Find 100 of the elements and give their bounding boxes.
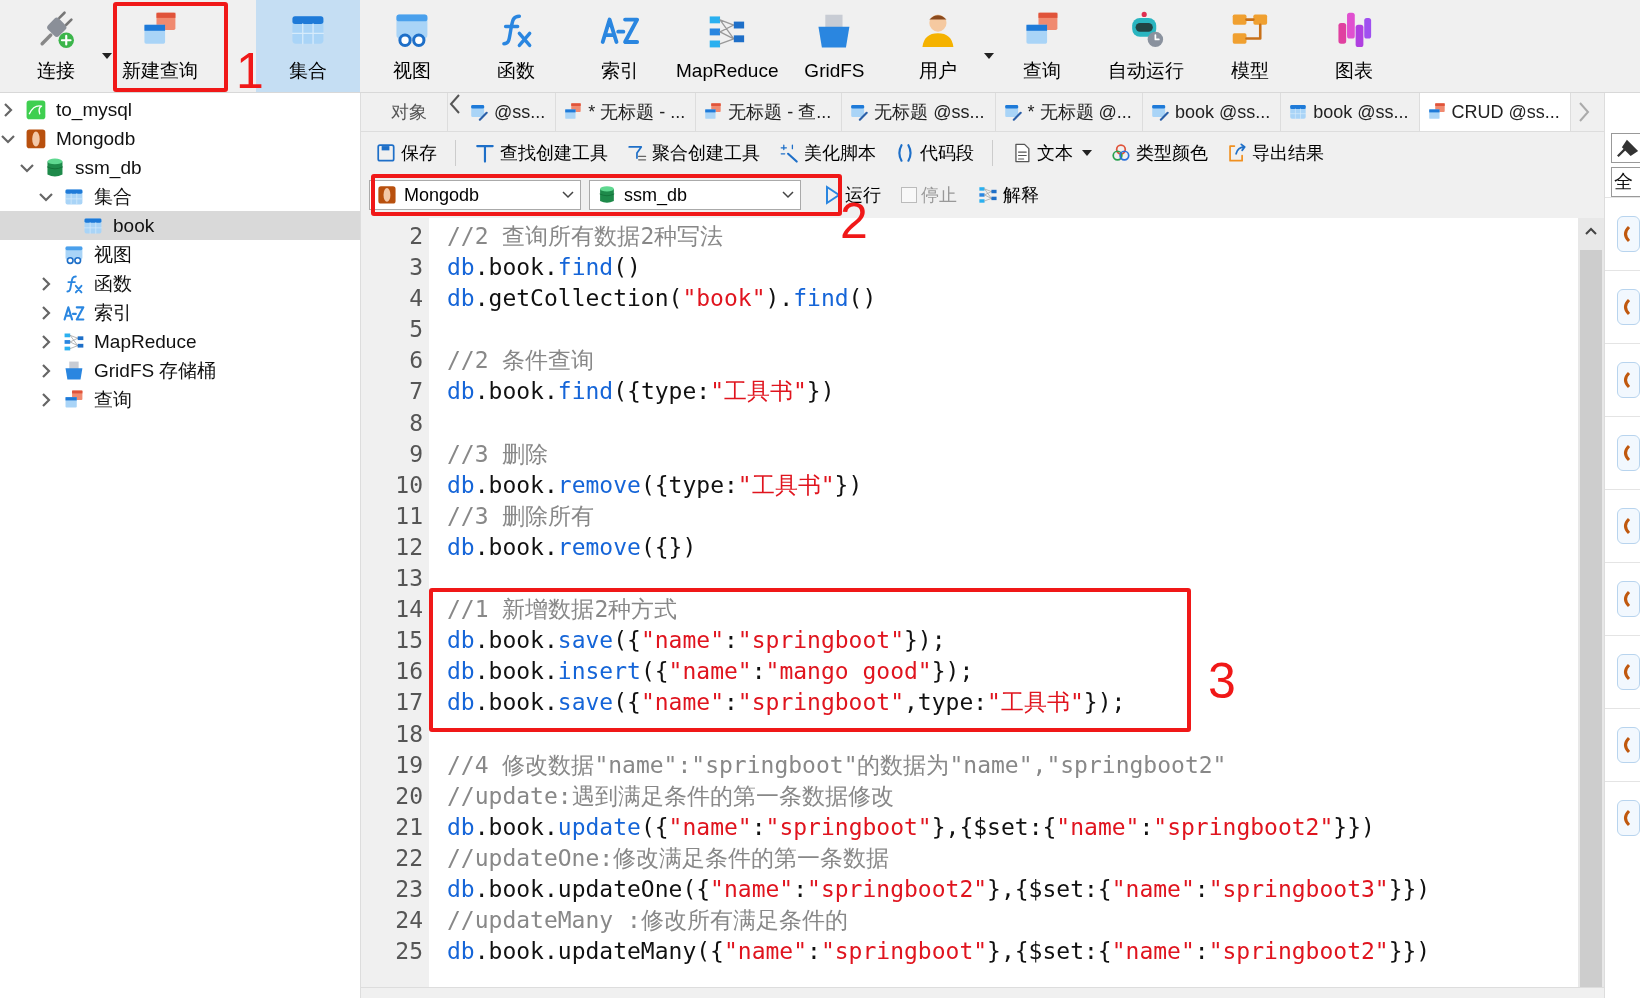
toolbar-button[interactable]: 连接 <box>4 0 108 92</box>
code-line: db.getCollection("book").find() <box>447 285 877 312</box>
code-line: db.book.find() <box>447 254 641 281</box>
toolbar-button[interactable]: 视图 <box>360 0 464 92</box>
connection-card[interactable] <box>1617 362 1640 398</box>
toolbar-button[interactable]: 函数 <box>464 0 568 92</box>
tree-item[interactable]: Mongodb <box>0 124 360 153</box>
tree-label: 索引 <box>94 300 132 325</box>
connection-card[interactable] <box>1617 581 1640 617</box>
toolbar-button[interactable]: 查找创建工具 <box>468 139 614 167</box>
circles-icon <box>1110 142 1132 164</box>
line-number: 9 <box>408 439 424 469</box>
code-line: db.book.find({type:"工具书"}) <box>447 378 835 405</box>
scrollbar-thumb[interactable] <box>1580 250 1602 987</box>
line-number: 23 <box>394 874 424 904</box>
tree-item[interactable]: ssm_db <box>0 153 360 182</box>
line-number: 7 <box>408 377 424 407</box>
toolbar-button[interactable]: 文本 <box>1005 139 1098 167</box>
tree-label: GridFS 存储桶 <box>94 358 217 383</box>
tree-label: 集合 <box>94 184 132 209</box>
toolbar-button[interactable]: 新建查询 <box>108 0 212 92</box>
toolbar-button[interactable]: GridFS <box>782 0 887 92</box>
code-line: db.book.updateMany({"name":"springboot"},{$set:{"name":"springboot2"}}) <box>447 938 1431 965</box>
connection-card[interactable] <box>1617 216 1640 252</box>
line-number: 22 <box>394 843 424 873</box>
code-line: db.book.save({"name":"springboot",type:"工具书"}); <box>447 689 1126 716</box>
plug-button[interactable] <box>1611 133 1640 163</box>
code-line: //update:遇到满足条件的第一条数据修改 <box>447 782 894 809</box>
line-number: 18 <box>394 719 424 749</box>
line-number: 16 <box>394 657 424 687</box>
toolbar-button[interactable]: 类型颜色 <box>1104 139 1214 167</box>
tree-item[interactable]: book <box>0 211 360 240</box>
line-number: 2 <box>408 222 424 251</box>
tree-item[interactable]: 集合 <box>0 182 360 211</box>
connection-select[interactable]: Mongodb <box>369 180 581 210</box>
line-number: 25 <box>394 937 424 967</box>
code-line: db.book.save({"name":"springboot"}); <box>447 627 946 654</box>
tree-item[interactable]: 索引 <box>0 298 360 327</box>
tree-item[interactable]: GridFS 存储桶 <box>0 356 360 385</box>
database-select[interactable]: ssm_db <box>589 180 801 210</box>
scroll-up-icon[interactable] <box>1584 226 1598 236</box>
tree-label: 查询 <box>94 387 132 412</box>
tree-item[interactable]: to_mysql <box>0 95 360 124</box>
connection-card[interactable] <box>1617 289 1640 325</box>
connection-card[interactable] <box>1617 800 1640 836</box>
chevron-down-icon <box>782 191 794 199</box>
network-icon <box>977 184 999 206</box>
tree-label: 函数 <box>94 271 132 296</box>
toolbar-button[interactable]: 用户 <box>886 0 991 92</box>
play-icon <box>825 185 841 205</box>
connection-card[interactable] <box>1617 508 1640 544</box>
code-line: db.book.remove({type:"工具书"}) <box>447 471 863 498</box>
filter-field[interactable]: 全 <box>1611 167 1640 197</box>
toolbar-button[interactable]: 自动运行 <box>1094 0 1199 92</box>
tree-label: ssm_db <box>75 156 142 179</box>
tree-item[interactable]: MapReduce <box>0 327 360 356</box>
code-line: db.book.insert({"name":"mango good"}); <box>447 658 974 685</box>
code-line: //updateMany :修改所有满足条件的 <box>447 907 848 934</box>
connection-card[interactable] <box>1617 654 1640 690</box>
chevron-left-icon[interactable] <box>448 93 462 115</box>
tree-label: MapReduce <box>94 330 197 353</box>
line-number: 8 <box>408 408 424 438</box>
line-number: 15 <box>394 626 424 656</box>
code-line: //2 查询所有数据2种写法 <box>447 223 724 249</box>
export-icon <box>1226 142 1248 164</box>
toolbar-button[interactable]: 保存 <box>369 139 443 167</box>
tree-item[interactable]: 视图 <box>0 240 360 269</box>
chevron-down-icon <box>562 191 574 199</box>
code-line: db.book.updateOne({"name":"springboot2"},{$set:{"name":"springboot3"}}) <box>447 875 1431 902</box>
line-number: 19 <box>394 750 424 780</box>
tree-item[interactable]: 函数 <box>0 269 360 298</box>
tree-label: to_mysql <box>56 98 133 121</box>
toolbar-button[interactable]: 图表 <box>1302 0 1407 92</box>
line-number: 11 <box>394 501 424 531</box>
plug-icon <box>1616 137 1640 159</box>
explain-button[interactable]: 解释 <box>971 181 1045 209</box>
toolbar-button[interactable]: 模型 <box>1198 0 1303 92</box>
annotation-number: 3 <box>1208 656 1236 706</box>
line-number: 20 <box>394 781 424 811</box>
connection-card[interactable] <box>1617 435 1640 471</box>
tree-item[interactable]: 查询 <box>0 385 360 414</box>
toolbar-button[interactable]: 导出结果 <box>1220 139 1330 167</box>
code-line: db.book.remove({}) <box>447 533 697 560</box>
line-number: 6 <box>408 346 424 376</box>
code-line: db.book.update({"name":"springboot"},{$set:{"name":"springboot2"}}) <box>447 813 1375 840</box>
line-number: 21 <box>394 812 424 842</box>
save-icon <box>375 142 397 164</box>
tab[interactable]: CRUD @ss... <box>1419 93 1571 131</box>
code-line: //updateOne:修改满足条件的第一条数据 <box>447 844 890 871</box>
line-number: 12 <box>394 532 424 562</box>
tree-label: 视图 <box>94 242 132 267</box>
toolbar-button[interactable]: 查询 <box>990 0 1095 92</box>
toolbar-button[interactable]: 美化脚本 <box>772 139 882 167</box>
code-line: //2 条件查询 <box>447 347 595 374</box>
code-line: //1 新增数据2种方式 <box>447 596 678 623</box>
toolbar-button[interactable]: MapReduce <box>672 0 783 92</box>
connection-card[interactable] <box>1617 727 1640 763</box>
toolbar-button[interactable]: 代码段 <box>888 139 980 167</box>
toolbar-button[interactable]: 索引 <box>568 0 672 92</box>
toolbar-button[interactable]: 聚合创建工具 <box>620 139 766 167</box>
